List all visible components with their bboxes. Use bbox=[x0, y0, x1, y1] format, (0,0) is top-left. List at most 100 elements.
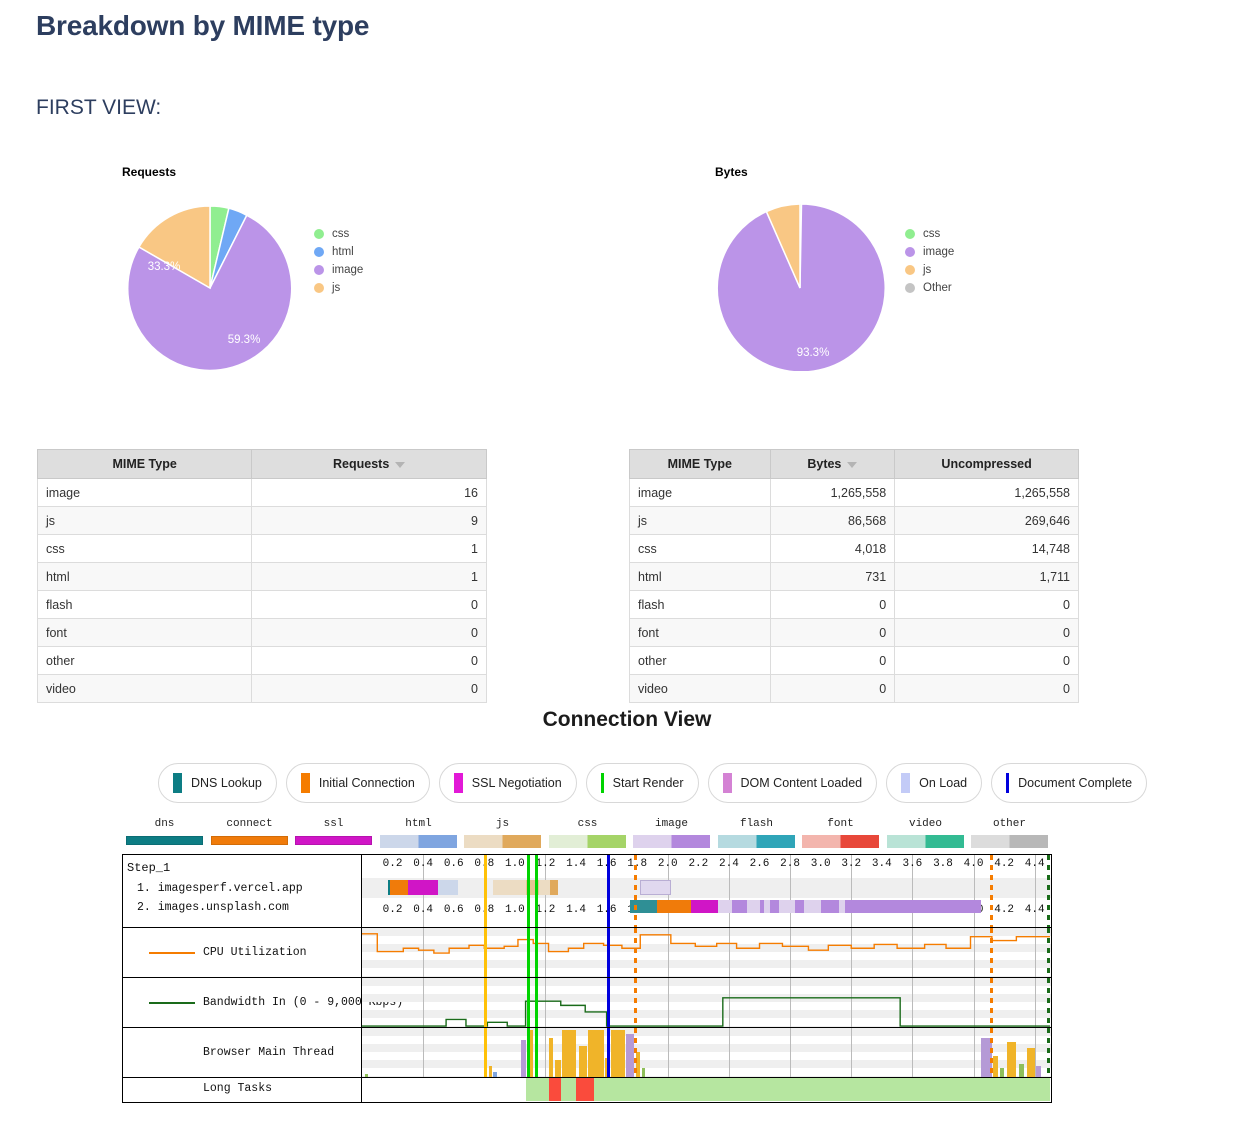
timeline-marker bbox=[527, 855, 530, 927]
request-bar-segment bbox=[821, 900, 839, 913]
legend-pill-dns-lookup[interactable]: DNS Lookup bbox=[158, 763, 277, 803]
cell-requests: 0 bbox=[252, 647, 487, 675]
mime-color-key: dnsconnectsslhtmljscssimageflashfontvide… bbox=[122, 818, 1052, 854]
table-header-row: MIME Type Bytes Uncompressed bbox=[630, 450, 1079, 479]
timeline-marker bbox=[634, 1028, 637, 1077]
col-uncompressed[interactable]: Uncompressed bbox=[895, 450, 1079, 479]
main-thread-spike bbox=[555, 1060, 561, 1077]
cpu-plot bbox=[362, 928, 1051, 977]
request-row-label-2[interactable]: 2. images.unsplash.com bbox=[137, 901, 289, 914]
requests-pie-chart: 33.3% 59.3% bbox=[122, 201, 302, 371]
col-label-mime-type: MIME Type bbox=[668, 457, 732, 471]
table-row: video00 bbox=[630, 675, 1079, 703]
cell-requests: 0 bbox=[252, 619, 487, 647]
cell-mime-type: font bbox=[38, 619, 252, 647]
legend-label-js: js bbox=[332, 282, 340, 294]
main-thread-spike bbox=[993, 1056, 998, 1077]
cell-bytes: 1,265,558 bbox=[770, 479, 895, 507]
timeline-marker bbox=[634, 855, 637, 927]
axis-tick-label: 0.2 bbox=[383, 858, 403, 870]
axis-tick-label: 4.2 bbox=[994, 904, 1014, 916]
legend-dot-css bbox=[314, 229, 324, 239]
request-bar-segment bbox=[732, 900, 747, 913]
legend-label-html: html bbox=[332, 246, 354, 258]
cell-bytes: 4,018 bbox=[770, 535, 895, 563]
main-thread-spike bbox=[642, 1068, 645, 1077]
timeline-marker bbox=[1047, 1028, 1050, 1077]
timeline-marker bbox=[990, 928, 993, 977]
cell-mime-type: js bbox=[38, 507, 252, 535]
timeline-marker bbox=[990, 978, 993, 1027]
sort-caret-icon bbox=[395, 462, 405, 468]
request-bar-segment bbox=[550, 880, 558, 895]
axis-tick-label: 2.0 bbox=[658, 858, 678, 870]
axis-tick-label: 0.2 bbox=[383, 904, 403, 916]
col-requests[interactable]: Requests bbox=[252, 450, 487, 479]
mime-color-label-other: other bbox=[971, 818, 1048, 830]
legend-pill-ssl-negotiation[interactable]: SSL Negotiation bbox=[439, 763, 577, 803]
grid-line bbox=[790, 1028, 791, 1077]
cell-requests: 0 bbox=[252, 591, 487, 619]
col-mime-type[interactable]: MIME Type bbox=[38, 450, 252, 479]
legend-pill-dom-content-loaded[interactable]: DOM Content Loaded bbox=[708, 763, 878, 803]
col-bytes[interactable]: Bytes bbox=[770, 450, 895, 479]
long-tasks-row: Long Tasks bbox=[123, 1078, 1051, 1102]
timeline-marker bbox=[484, 928, 487, 977]
cell-uncompressed: 269,646 bbox=[895, 507, 1079, 535]
timeline-marker bbox=[634, 928, 637, 977]
legend-dot-image bbox=[905, 247, 915, 257]
timeline-marker bbox=[990, 1028, 993, 1077]
legend-pill-on-load[interactable]: On Load bbox=[886, 763, 982, 803]
axis-tick-label: 1.2 bbox=[536, 858, 556, 870]
cell-mime-type: css bbox=[630, 535, 771, 563]
long-task-block bbox=[549, 1078, 561, 1101]
long-tasks-row-label: Long Tasks bbox=[203, 1082, 272, 1095]
grid-line bbox=[729, 1028, 730, 1077]
cell-uncompressed: 0 bbox=[895, 647, 1079, 675]
axis-tick-label: 2.4 bbox=[719, 858, 739, 870]
cell-mime-type: css bbox=[38, 535, 252, 563]
legend-swatch-icon bbox=[173, 773, 182, 793]
legend-pill-initial-connection[interactable]: Initial Connection bbox=[286, 763, 430, 803]
legend-swatch-icon bbox=[723, 773, 732, 793]
legend-swatch-icon bbox=[301, 773, 310, 793]
axis-tick-label: 3.0 bbox=[811, 858, 831, 870]
col-mime-type[interactable]: MIME Type bbox=[630, 450, 771, 479]
long-tasks-plot bbox=[362, 1078, 1051, 1102]
legend-dot-image bbox=[314, 265, 324, 275]
bandwidth-row: Bandwidth In (0 - 9,000 Kbps) bbox=[123, 978, 1051, 1028]
cell-mime-type: font bbox=[630, 619, 771, 647]
legend-pill-label: Document Complete bbox=[1018, 776, 1132, 790]
legend-swatch-icon bbox=[454, 773, 463, 793]
cell-mime-type: flash bbox=[38, 591, 252, 619]
requests-slice-label-js: 33.3% bbox=[148, 261, 181, 273]
timeline-marker bbox=[634, 978, 637, 1027]
cell-bytes: 86,568 bbox=[770, 507, 895, 535]
long-task-block bbox=[526, 1078, 1050, 1101]
request-bar-segment bbox=[388, 880, 390, 895]
mime-color-bar-font bbox=[802, 835, 879, 848]
requests-label-column: Step_1 1. imagesperf.vercel.app 2. image… bbox=[123, 855, 362, 927]
table-row: js9 bbox=[38, 507, 487, 535]
main-thread-spike bbox=[489, 1066, 492, 1077]
grid-line bbox=[423, 1028, 424, 1077]
table-row: css4,01814,748 bbox=[630, 535, 1079, 563]
cell-uncompressed: 0 bbox=[895, 619, 1079, 647]
table-row: html1 bbox=[38, 563, 487, 591]
request-row-label-1[interactable]: 1. imagesperf.vercel.app bbox=[137, 882, 303, 895]
mime-color-label-font: font bbox=[802, 818, 879, 830]
cell-bytes: 0 bbox=[770, 647, 895, 675]
cell-mime-type: js bbox=[630, 507, 771, 535]
legend-pill-document-complete[interactable]: Document Complete bbox=[991, 763, 1147, 803]
mime-color-bar-dns bbox=[126, 836, 203, 845]
axis-tick-label: 2.8 bbox=[780, 858, 800, 870]
legend-pill-start-render[interactable]: Start Render bbox=[586, 763, 699, 803]
main-thread-spike bbox=[521, 1040, 526, 1077]
section-label-first-view: FIRST VIEW: bbox=[36, 96, 161, 120]
main-thread-spike bbox=[588, 1030, 603, 1077]
legend-item-css: css bbox=[905, 225, 954, 243]
main-thread-spike bbox=[626, 1034, 634, 1077]
legend-label-css: css bbox=[332, 228, 349, 240]
cell-uncompressed: 1,265,558 bbox=[895, 479, 1079, 507]
long-tasks-label-column: Long Tasks bbox=[123, 1078, 362, 1102]
